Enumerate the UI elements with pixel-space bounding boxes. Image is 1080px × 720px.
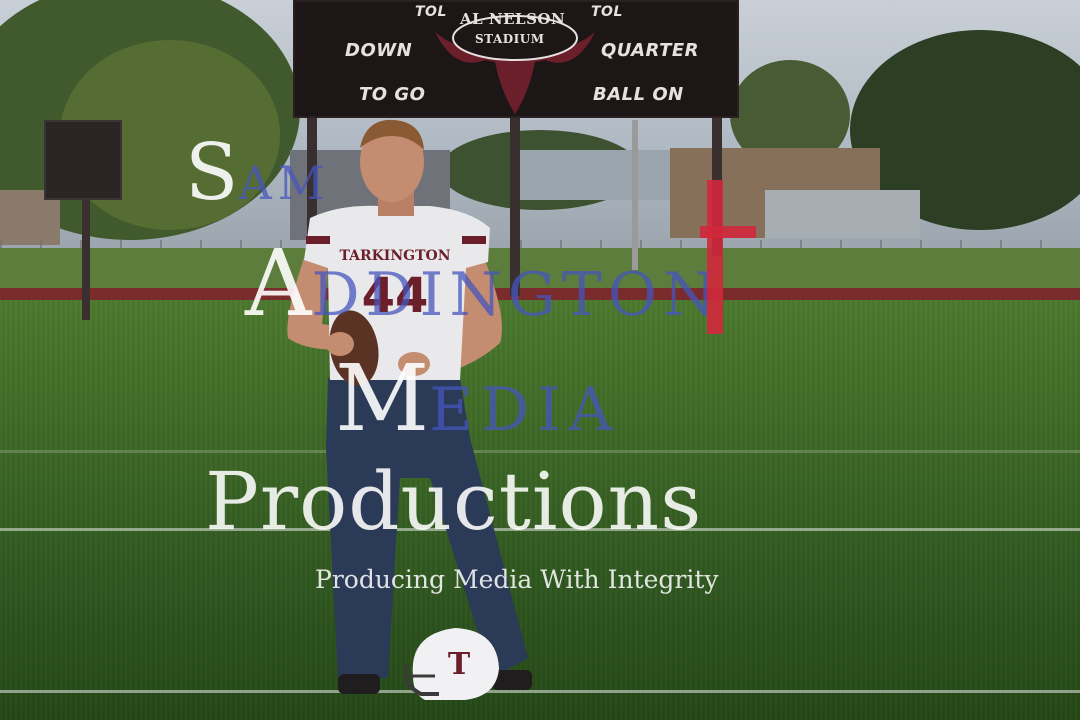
watermark-addington: ADDINGTON (245, 230, 722, 337)
to-go-label: TO GO (359, 84, 426, 105)
watermark-sam-rest: AM (238, 156, 331, 210)
speaker-box (44, 120, 122, 200)
cross-icon (707, 180, 723, 334)
tol-left-label: TOL (415, 4, 447, 20)
cross-icon-bar (700, 226, 756, 238)
watermark-s-letter: S (185, 128, 239, 218)
watermark-tagline: Producing Media With Integrity (315, 565, 719, 594)
watermark-m-letter: M (335, 345, 430, 452)
down-label: DOWN (345, 40, 413, 61)
building-garage (765, 190, 920, 238)
photo-scene: TOL TOL AL NELSON STADIUM DOWN QUARTER T… (0, 0, 1080, 720)
stadium-name: AL NELSON (460, 10, 566, 28)
watermark-sam: SAM (185, 128, 331, 218)
watermark-media: MEDIA (335, 345, 620, 452)
helmet-logo: T (448, 647, 471, 682)
scoreboard: TOL TOL AL NELSON STADIUM DOWN QUARTER T… (293, 0, 739, 118)
football-helmet: T (405, 628, 499, 700)
tol-right-label: TOL (591, 4, 623, 20)
ball-on-label: BALL ON (593, 84, 684, 105)
watermark-addington-rest: DDINGTON (311, 260, 722, 330)
watermark-productions: Productions (205, 455, 703, 548)
watermark-a-letter: A (245, 230, 312, 337)
stadium-label: STADIUM (475, 32, 545, 46)
quarter-label: QUARTER (601, 40, 700, 61)
yard-line (0, 690, 1080, 693)
speaker-post (82, 195, 90, 320)
watermark-media-rest: EDIA (429, 375, 621, 445)
